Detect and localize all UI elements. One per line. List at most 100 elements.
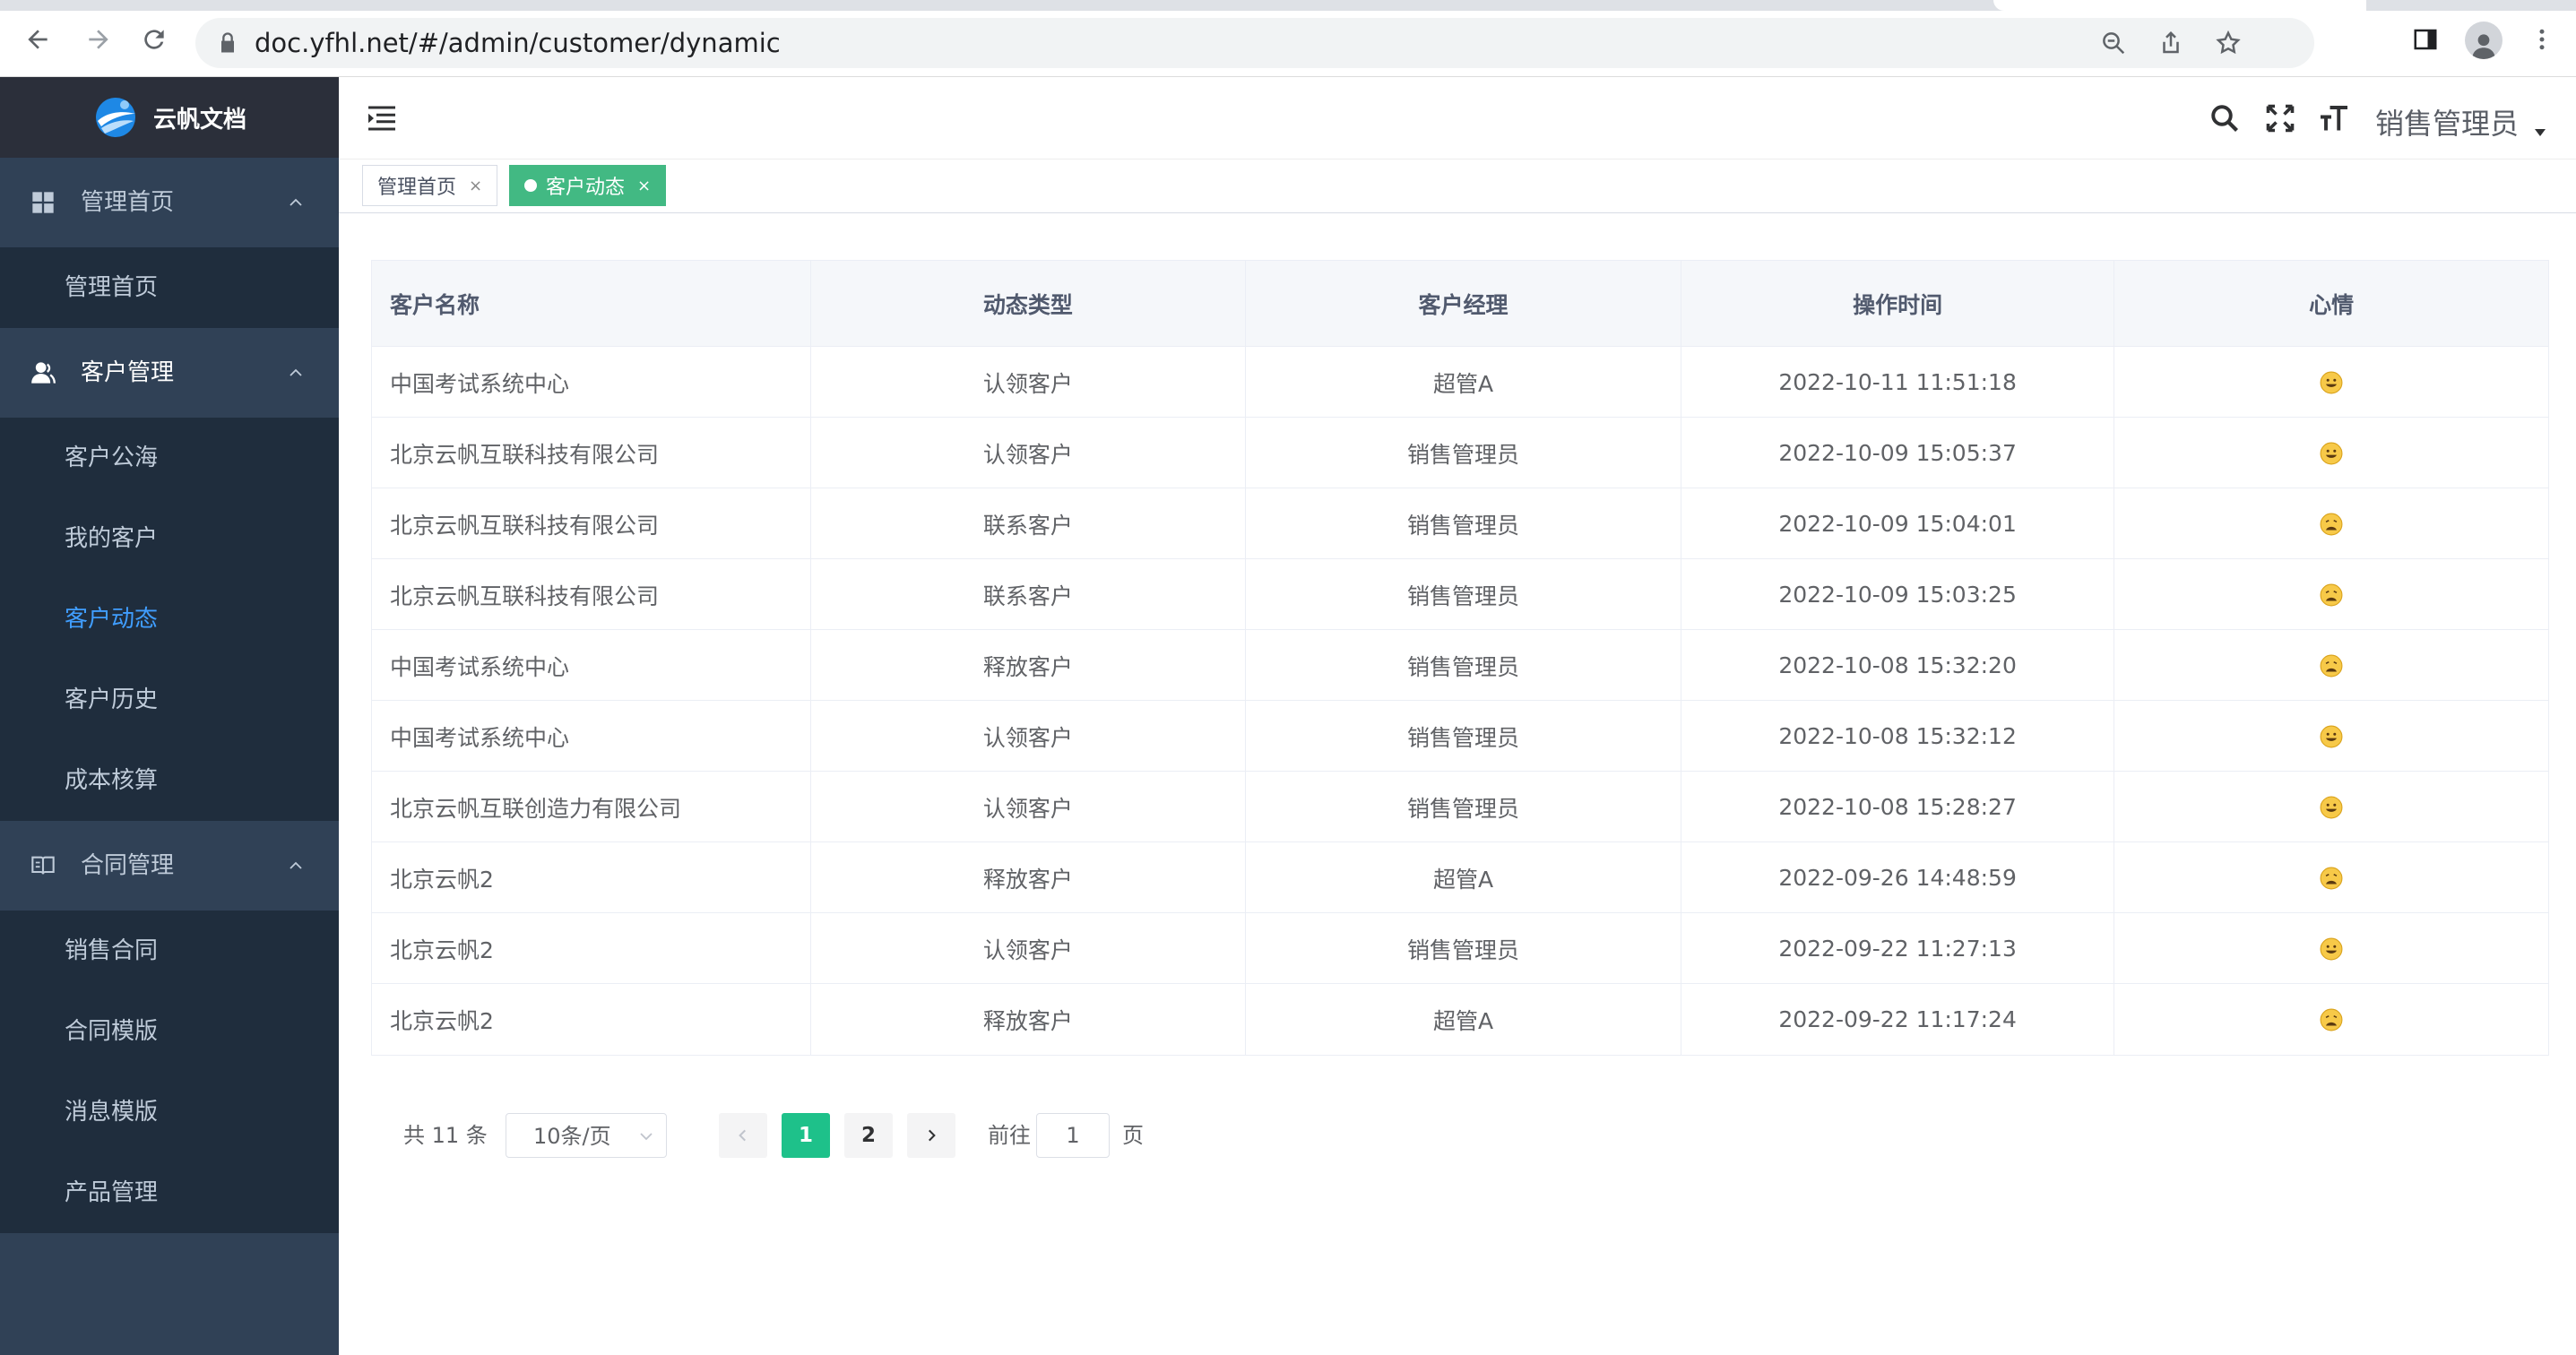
tags-view: 管理首页 × 客户动态 × (339, 160, 2576, 213)
page-size-value: 10条/页 (533, 1124, 611, 1149)
cell-mood (2114, 772, 2548, 842)
dashboard-icon (32, 192, 54, 213)
weary-emoji-icon (2320, 654, 2343, 677)
close-icon[interactable]: × (469, 177, 482, 195)
cell-dynamic-type: 认领客户 (811, 418, 1247, 488)
chevron-down-icon (640, 1133, 653, 1141)
cell-time: 2022-09-26 14:48:59 (1681, 842, 2115, 913)
user-menu-button[interactable]: 销售管理员 (2375, 106, 2519, 142)
menu-group-customer[interactable]: 客户管理 (0, 328, 339, 418)
cell-time: 2022-09-22 11:27:13 (1681, 913, 2115, 984)
side-panel-icon (2414, 29, 2437, 50)
active-tab-edge (1993, 0, 2370, 11)
cell-dynamic-type: 认领客户 (811, 701, 1247, 772)
cell-manager: 销售管理员 (1246, 559, 1681, 630)
cell-dynamic-type: 联系客户 (811, 559, 1247, 630)
smile-emoji-icon (2320, 442, 2343, 464)
fullscreen-button[interactable] (2262, 100, 2298, 136)
sidebar-item-label: 消息模版 (65, 1099, 159, 1126)
browser-menu-button[interactable] (2524, 22, 2560, 57)
page-unit-label: 页 (1122, 1123, 1144, 1148)
person-icon (2472, 34, 2495, 59)
cell-time: 2022-10-09 15:03:25 (1681, 559, 2115, 630)
cell-customer-name: 北京云帆2 (372, 913, 811, 984)
sidebar-item-label: 客户公海 (65, 444, 159, 471)
profile-button[interactable] (2465, 22, 2503, 59)
tag-home[interactable]: 管理首页 × (362, 165, 498, 206)
share-icon (2163, 30, 2179, 54)
share-button[interactable] (2155, 27, 2187, 59)
sidebar-item-my-customers[interactable]: 我的客户 (0, 498, 339, 579)
side-panel-button[interactable] (2407, 22, 2443, 57)
sidebar-item-customer-history[interactable]: 客户历史 (0, 660, 339, 740)
main-content: 客户名称 动态类型 客户经理 操作时间 心情 中国考试系统中心 认领客户 超管A 20… (339, 213, 2576, 1355)
back-button[interactable] (20, 22, 56, 57)
menu-group-contract[interactable]: 合同管理 (0, 821, 339, 911)
cell-mood (2114, 347, 2548, 418)
tab-strip (0, 0, 2576, 11)
table-row: 北京云帆互联科技有限公司 联系客户 销售管理员 2022-10-09 15:04:01 (372, 488, 2548, 559)
forward-button[interactable] (81, 22, 117, 57)
close-icon[interactable]: × (637, 177, 651, 195)
chevron-right-icon (929, 1129, 936, 1142)
cell-customer-name: 中国考试系统中心 (372, 630, 811, 701)
cell-dynamic-type: 认领客户 (811, 347, 1247, 418)
sidebar-item-cost-accounting[interactable]: 成本核算 (0, 740, 339, 821)
weary-emoji-icon (2320, 583, 2343, 606)
page-button-2[interactable]: 2 (844, 1113, 893, 1158)
menu-fold-icon[interactable] (366, 102, 398, 134)
cell-manager: 销售管理员 (1246, 701, 1681, 772)
smile-emoji-icon (2320, 796, 2343, 818)
sidebar-item-contract-template[interactable]: 合同模版 (0, 991, 339, 1072)
sidebar-item-product-management[interactable]: 产品管理 (0, 1152, 339, 1233)
reload-button[interactable] (136, 22, 172, 57)
goto-label: 前往 (988, 1123, 1031, 1148)
table-row: 中国考试系统中心 认领客户 销售管理员 2022-10-08 15:32:12 (372, 701, 2548, 772)
user-icon (31, 362, 56, 384)
tag-label: 管理首页 (377, 177, 457, 199)
cell-mood (2114, 913, 2548, 984)
cell-dynamic-type: 释放客户 (811, 984, 1247, 1055)
zoom-button[interactable] (2097, 27, 2130, 59)
menu-group-dashboard[interactable]: 管理首页 (0, 158, 339, 247)
table-row: 北京云帆互联科技有限公司 认领客户 销售管理员 2022-10-09 15:05:37 (372, 418, 2548, 488)
page-size-select[interactable]: 10条/页 (506, 1113, 667, 1158)
bookmark-button[interactable] (2212, 27, 2244, 59)
smile-emoji-icon (2320, 937, 2343, 960)
column-header-customer-name: 客户名称 (372, 261, 811, 347)
table-row: 中国考试系统中心 释放客户 销售管理员 2022-10-08 15:32:20 (372, 630, 2548, 701)
sidebar-item-label: 合同模版 (65, 1018, 159, 1045)
sidebar-logo[interactable]: 云帆文档 (0, 77, 339, 158)
weary-emoji-icon (2320, 513, 2343, 535)
cell-mood (2114, 701, 2548, 772)
caret-down-icon[interactable] (2533, 127, 2547, 138)
sidebar-item-home[interactable]: 管理首页 (0, 247, 339, 328)
sidebar-item-label: 管理首页 (65, 274, 159, 301)
header-search-button[interactable] (2207, 100, 2243, 136)
cell-time: 2022-10-08 15:32:20 (1681, 630, 2115, 701)
sidebar-item-label: 成本核算 (65, 767, 159, 794)
goto-page-input[interactable] (1036, 1113, 1110, 1158)
sidebar-item-customer-pool[interactable]: 客户公海 (0, 418, 339, 498)
cell-dynamic-type: 认领客户 (811, 772, 1247, 842)
cell-mood (2114, 559, 2548, 630)
font-size-button[interactable] (2316, 100, 2352, 136)
page-button-1[interactable]: 1 (782, 1113, 830, 1158)
chevron-up-icon (290, 861, 302, 869)
weary-emoji-icon (2320, 1008, 2343, 1031)
prev-page-button[interactable] (719, 1113, 767, 1158)
sidebar-item-customer-dynamic[interactable]: 客户动态 (0, 579, 339, 660)
star-icon (2216, 30, 2241, 55)
tag-customer-dynamic[interactable]: 客户动态 × (509, 165, 667, 206)
cell-dynamic-type: 联系客户 (811, 488, 1247, 559)
sidebar-item-sales-contract[interactable]: 销售合同 (0, 911, 339, 991)
next-page-button[interactable] (907, 1113, 955, 1158)
pagination: 共 11 条 10条/页 1 2 前往 页 (371, 1111, 1626, 1160)
table-row: 北京云帆互联科技有限公司 联系客户 销售管理员 2022-10-09 15:03:25 (372, 559, 2548, 630)
sidebar-item-message-template[interactable]: 消息模版 (0, 1072, 339, 1152)
smile-emoji-icon (2320, 725, 2343, 747)
address-bar[interactable]: doc.yfhl.net/#/admin/customer/dynamic (195, 18, 2314, 68)
font-size-icon (2321, 106, 2347, 131)
customer-dynamic-table: 客户名称 动态类型 客户经理 操作时间 心情 中国考试系统中心 认领客户 超管A 20… (371, 260, 2549, 1056)
cell-time: 2022-10-08 15:32:12 (1681, 701, 2115, 772)
